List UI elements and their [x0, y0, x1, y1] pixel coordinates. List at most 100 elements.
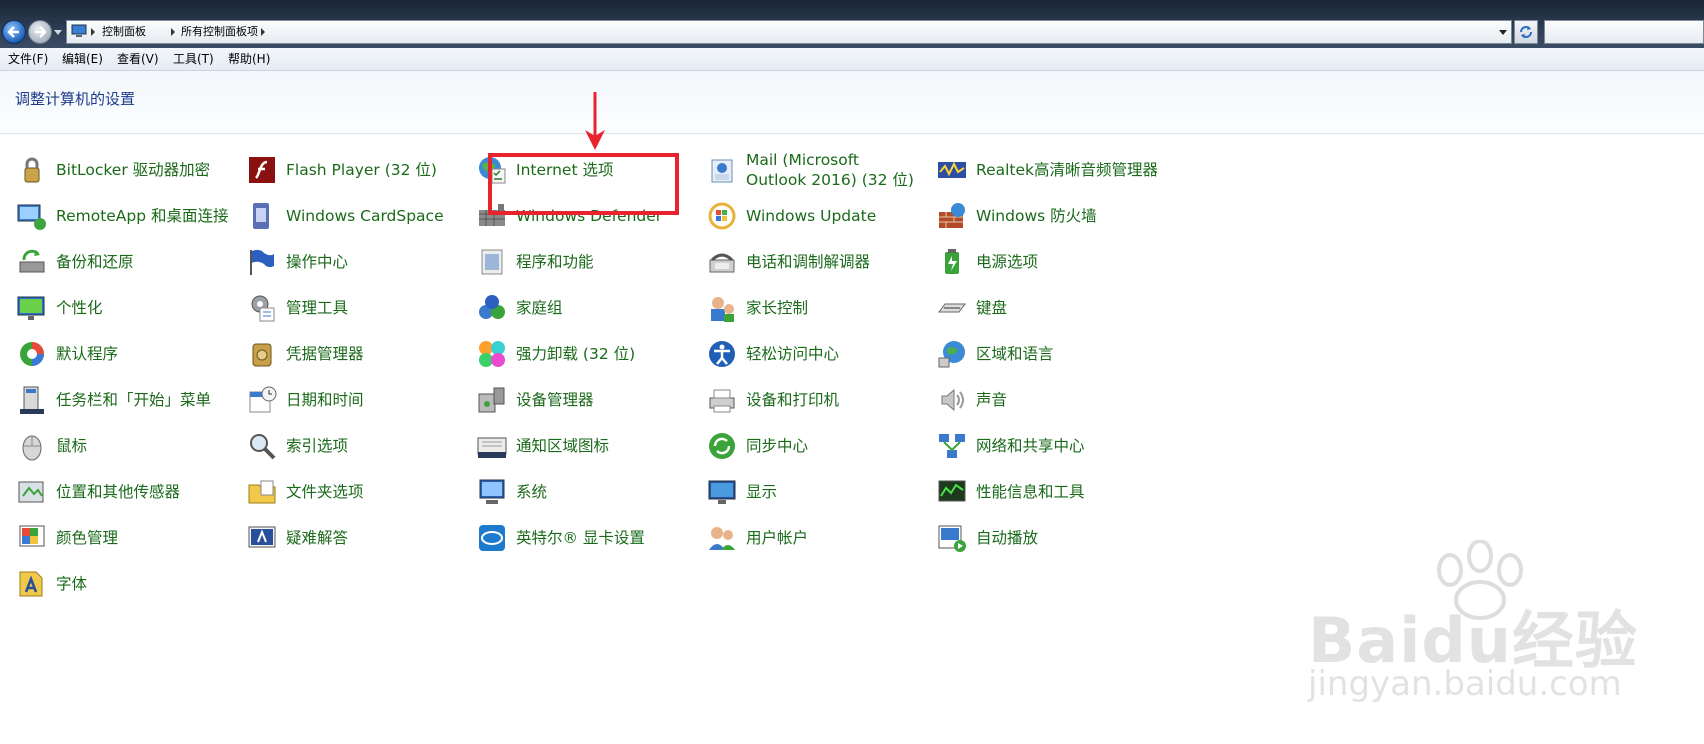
control-panel-item[interactable]: 索引选项 — [246, 426, 476, 466]
back-button[interactable] — [2, 20, 26, 44]
control-panel-item-label: 电源选项 — [976, 253, 1039, 271]
phone-modem-icon — [709, 253, 735, 273]
control-panel-item-label: 设备和打印机 — [746, 391, 840, 409]
control-panel-item[interactable]: Windows Update — [706, 196, 936, 236]
user-accounts-icon — [709, 527, 735, 550]
breadcrumb-separator-icon[interactable] — [91, 28, 95, 36]
control-panel-item-label: 凭据管理器 — [286, 345, 364, 363]
autoplay-icon — [938, 525, 966, 552]
menu-tools[interactable]: 工具(T) — [173, 51, 214, 67]
control-panel-item[interactable]: 键盘 — [936, 288, 1166, 328]
control-panel-item-label: 电话和调制解调器 — [746, 253, 871, 271]
address-field[interactable]: 控制面板 所有控制面板项 — [66, 20, 1512, 44]
parental-controls-icon — [711, 297, 734, 322]
control-panel-item-label: 用户帐户 — [746, 529, 809, 547]
control-panel-item[interactable]: 用户帐户 — [706, 518, 936, 558]
control-panel-item[interactable]: 任务栏和「开始」菜单 — [16, 380, 246, 420]
fonts-icon — [19, 571, 43, 597]
control-panel-item[interactable]: 位置和其他传感器 — [16, 472, 246, 512]
troubleshooting-icon — [248, 526, 276, 548]
breadcrumb-all-items[interactable]: 所有控制面板项 — [181, 24, 258, 40]
default-programs-icon — [20, 342, 44, 366]
control-panel-item[interactable]: 凭据管理器 — [246, 334, 476, 374]
recent-pages-dropdown-icon[interactable] — [54, 28, 62, 36]
breadcrumb-separator-icon[interactable] — [261, 28, 265, 36]
control-panel-item-label: 颜色管理 — [56, 529, 119, 547]
refresh-icon — [1520, 26, 1532, 38]
action-center-icon — [250, 249, 274, 275]
control-panel-item-label: 疑难解答 — [286, 529, 349, 547]
mail-icon — [711, 159, 733, 183]
control-panel-item[interactable]: Windows CardSpace — [246, 196, 476, 236]
control-panel-item[interactable]: RemoteApp 和桌面连接 — [16, 196, 246, 236]
notification-icons-icon — [477, 437, 507, 458]
control-panel-item[interactable]: 家长控制 — [706, 288, 936, 328]
control-panel-item[interactable]: 文件夹选项 — [246, 472, 476, 512]
control-panel-item[interactable]: Mail (Microsoft Outlook 2016) (32 位) — [706, 150, 936, 190]
forward-button[interactable] — [28, 20, 52, 44]
menu-help[interactable]: 帮助(H) — [228, 51, 270, 67]
control-panel-item[interactable]: Flash Player (32 位) — [246, 150, 476, 190]
control-panel-item[interactable]: 轻松访问中心 — [706, 334, 936, 374]
control-panel-item[interactable]: 性能信息和工具 — [936, 472, 1166, 512]
control-panel-item[interactable]: 程序和功能 — [476, 242, 706, 282]
control-panel-item[interactable]: 显示 — [706, 472, 936, 512]
control-panel-item-label: Windows CardSpace — [286, 207, 444, 225]
menu-edit[interactable]: 编辑(E) — [62, 51, 103, 67]
control-panel-item[interactable]: 颜色管理 — [16, 518, 246, 558]
control-panel-item[interactable]: 日期和时间 — [246, 380, 476, 420]
control-panel-item[interactable]: 鼠标 — [16, 426, 246, 466]
control-panel-item-label: 声音 — [976, 391, 1008, 409]
control-panel-item[interactable]: 英特尔® 显卡设置 — [476, 518, 706, 558]
menu-file[interactable]: 文件(F) — [8, 51, 48, 67]
intel-graphics-icon — [479, 525, 505, 551]
control-panel-item-label: 备份和还原 — [56, 253, 134, 271]
control-panel-item[interactable]: 系统 — [476, 472, 706, 512]
keyboard-icon — [938, 303, 966, 313]
control-panel-item[interactable]: BitLocker 驱动器加密 — [16, 150, 246, 190]
sound-icon — [941, 388, 964, 412]
control-panel-item-label: 默认程序 — [56, 345, 119, 363]
control-panel-item-label: 系统 — [516, 483, 548, 501]
control-panel-icon — [71, 24, 87, 37]
control-panel-item[interactable]: 电源选项 — [936, 242, 1166, 282]
ease-of-access-icon — [709, 341, 735, 367]
control-panel-item-label: 性能信息和工具 — [976, 483, 1085, 501]
refresh-button[interactable] — [1514, 20, 1538, 44]
address-dropdown-icon[interactable] — [1499, 30, 1507, 35]
control-panel-item-label: 日期和时间 — [286, 391, 364, 409]
control-panel-item[interactable]: 操作中心 — [246, 242, 476, 282]
control-panel-item[interactable]: 网络和共享中心 — [936, 426, 1166, 466]
backup-icon — [19, 249, 45, 273]
control-panel-item[interactable]: 默认程序 — [16, 334, 246, 374]
control-panel-item[interactable]: 区域和语言 — [936, 334, 1166, 374]
color-management-icon — [19, 525, 45, 547]
control-panel-item[interactable]: 同步中心 — [706, 426, 936, 466]
control-panel-item[interactable]: 强力卸载 (32 位) — [476, 334, 706, 374]
breadcrumb-control-panel[interactable]: 控制面板 — [102, 24, 146, 40]
taskbar-icon — [20, 386, 44, 414]
control-panel-item-label: Realtek高清晰音频管理器 — [976, 161, 1159, 179]
control-panel-item[interactable]: Realtek高清晰音频管理器 — [936, 150, 1166, 190]
control-panel-item[interactable]: 管理工具 — [246, 288, 476, 328]
control-panel-item[interactable]: Windows 防火墙 — [936, 196, 1166, 236]
control-panel-item[interactable]: 疑难解答 — [246, 518, 476, 558]
date-time-icon — [249, 386, 277, 413]
network-center-icon — [939, 434, 965, 458]
control-panel-item[interactable]: 个性化 — [16, 288, 246, 328]
search-input[interactable] — [1544, 20, 1704, 44]
control-panel-item[interactable]: 电话和调制解调器 — [706, 242, 936, 282]
control-panel-item[interactable]: 声音 — [936, 380, 1166, 420]
control-panel-item[interactable]: 字体 — [16, 564, 246, 604]
control-panel-item[interactable]: 备份和还原 — [16, 242, 246, 282]
control-panel-item[interactable]: 自动播放 — [936, 518, 1166, 558]
control-panel-item[interactable]: 设备管理器 — [476, 380, 706, 420]
control-panel-item-label: 强力卸载 (32 位) — [516, 345, 636, 363]
control-panel-item-label: Windows Update — [746, 207, 877, 225]
windows-update-icon — [708, 202, 736, 230]
control-panel-item[interactable]: 通知区域图标 — [476, 426, 706, 466]
breadcrumb-separator-icon[interactable] — [171, 28, 175, 36]
control-panel-item[interactable]: 家庭组 — [476, 288, 706, 328]
control-panel-item[interactable]: 设备和打印机 — [706, 380, 936, 420]
menu-view[interactable]: 查看(V) — [117, 51, 159, 67]
